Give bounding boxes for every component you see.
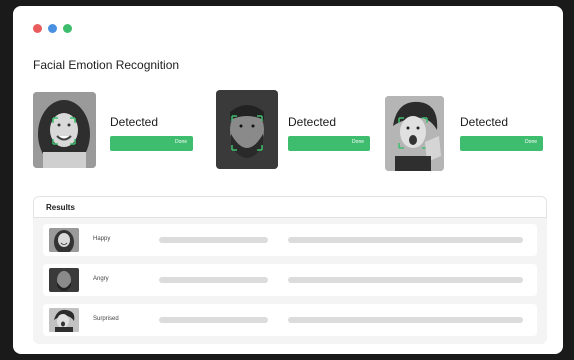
angry-face-thumbnail xyxy=(49,268,79,292)
emotion-label: Happy xyxy=(93,236,111,242)
results-title: Results xyxy=(46,203,75,212)
window-controls xyxy=(33,24,72,33)
done-button-1[interactable]: Done xyxy=(110,136,193,151)
bearded-man-photo xyxy=(216,90,278,169)
done-button-2[interactable]: Done xyxy=(288,136,370,151)
detection-status-3: Detected xyxy=(460,115,509,129)
done-button-3[interactable]: Done xyxy=(460,136,543,151)
maximize-icon[interactable] xyxy=(63,24,72,33)
app-window: Facial Emotion Recognition Detected Done xyxy=(13,6,563,354)
result-bar-primary xyxy=(159,237,268,243)
results-header: Results xyxy=(33,196,547,218)
happy-face-thumbnail xyxy=(49,228,79,252)
surprised-woman-photo xyxy=(385,96,444,171)
result-bar-secondary xyxy=(288,277,523,283)
result-row-angry[interactable]: Angry xyxy=(43,264,537,296)
minimize-icon[interactable] xyxy=(48,24,57,33)
result-bar-primary xyxy=(159,317,268,323)
close-icon[interactable] xyxy=(33,24,42,33)
detection-status-2: Detected xyxy=(288,115,337,129)
results-panel: Results Happy Angry Surprised xyxy=(33,196,547,344)
result-bar-primary xyxy=(159,277,268,283)
detection-status-1: Detected xyxy=(110,115,159,129)
surprised-face-thumbnail xyxy=(49,308,79,332)
page-title: Facial Emotion Recognition xyxy=(33,58,180,72)
result-bar-secondary xyxy=(288,237,523,243)
result-row-surprised[interactable]: Surprised xyxy=(43,304,537,336)
result-bar-secondary xyxy=(288,317,523,323)
emotion-label: Surprised xyxy=(93,316,119,322)
emotion-label: Angry xyxy=(93,276,109,282)
result-row-happy[interactable]: Happy xyxy=(43,224,537,256)
smiling-woman-photo xyxy=(33,92,96,168)
